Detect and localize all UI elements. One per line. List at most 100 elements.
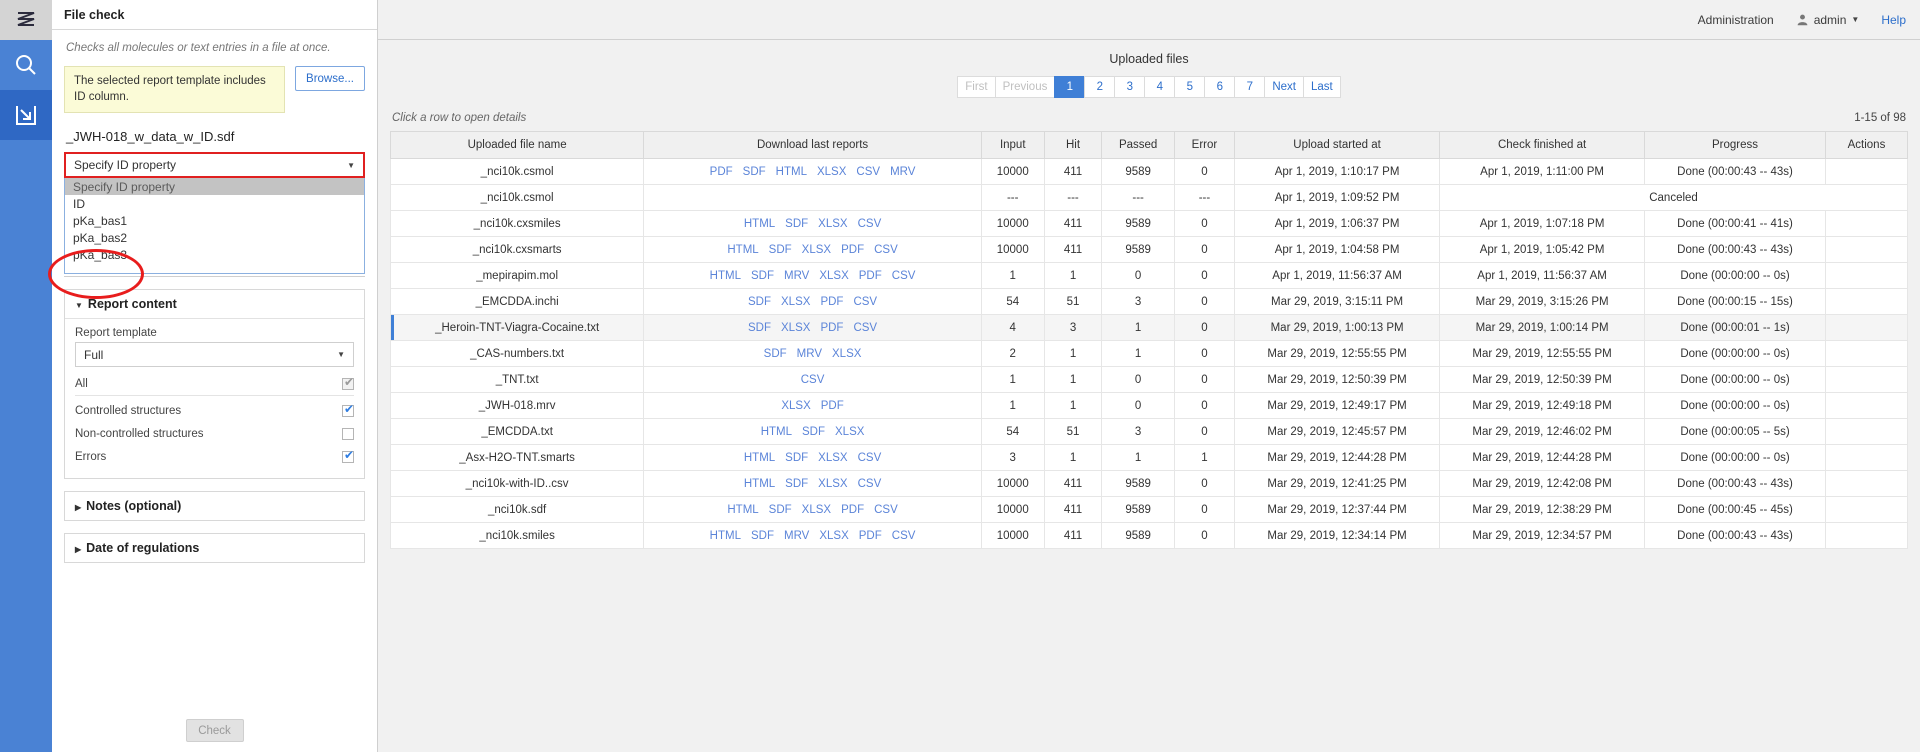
report-link-csv[interactable]: CSV — [892, 530, 916, 542]
report-link-pdf[interactable]: PDF — [841, 244, 864, 256]
col-actions[interactable]: Actions — [1825, 132, 1907, 159]
report-link-xlsx[interactable]: XLSX — [819, 270, 848, 282]
report-link-csv[interactable]: CSV — [874, 244, 898, 256]
pager-page-5[interactable]: 5 — [1174, 76, 1204, 98]
report-link-csv[interactable]: CSV — [892, 270, 916, 282]
report-row-controlled[interactable]: Controlled structures — [75, 399, 354, 422]
report-link-xlsx[interactable]: XLSX — [819, 530, 848, 542]
report-link-html[interactable]: HTML — [744, 452, 775, 464]
col-hit[interactable]: Hit — [1044, 132, 1102, 159]
col-upload-started[interactable]: Upload started at — [1235, 132, 1440, 159]
id-property-dropdown[interactable]: Specify ID property ID pKa_bas1 pKa_bas2… — [64, 178, 365, 274]
dropdown-option[interactable]: pKa_bas1 — [65, 212, 364, 229]
report-link-sdf[interactable]: SDF — [748, 322, 771, 334]
pager-next[interactable]: Next — [1264, 76, 1303, 98]
report-link-sdf[interactable]: SDF — [751, 270, 774, 282]
report-link-csv[interactable]: CSV — [853, 322, 877, 334]
help-link[interactable]: Help — [1881, 13, 1906, 27]
report-link-sdf[interactable]: SDF — [743, 166, 766, 178]
report-link-xlsx[interactable]: XLSX — [802, 244, 831, 256]
report-content-header[interactable]: ▼Report content — [65, 290, 364, 319]
table-row[interactable]: _JWH-018.mrvXLSXPDF1100Mar 29, 2019, 12:… — [391, 393, 1908, 419]
report-link-xlsx[interactable]: XLSX — [818, 218, 847, 230]
pager-page-7[interactable]: 7 — [1234, 76, 1264, 98]
report-row-checkbox[interactable] — [342, 451, 354, 463]
rail-import-button[interactable] — [0, 90, 52, 140]
report-link-sdf[interactable]: SDF — [785, 478, 808, 490]
table-row[interactable]: _nci10k.sdfHTMLSDFXLSXPDFCSV100004119589… — [391, 497, 1908, 523]
rail-search-button[interactable] — [0, 40, 52, 90]
report-template-select[interactable]: Full ▼ — [75, 342, 354, 367]
report-link-sdf[interactable]: SDF — [785, 452, 808, 464]
pager-page-2[interactable]: 2 — [1084, 76, 1114, 98]
table-row[interactable]: _nci10k-with-ID..csvHTMLSDFXLSXCSV100004… — [391, 471, 1908, 497]
id-property-select[interactable]: Specify ID property ▼ — [64, 152, 365, 178]
report-row-all[interactable]: All — [75, 373, 354, 396]
table-row[interactable]: _nci10k.csmol------------Apr 1, 2019, 1:… — [391, 185, 1908, 211]
pager-last[interactable]: Last — [1303, 76, 1341, 98]
pager-page-1[interactable]: 1 — [1054, 76, 1084, 98]
administration-link[interactable]: Administration — [1698, 13, 1774, 27]
report-row-checkbox[interactable] — [342, 378, 354, 390]
report-link-html[interactable]: HTML — [744, 478, 775, 490]
report-link-pdf[interactable]: PDF — [859, 530, 882, 542]
col-progress[interactable]: Progress — [1645, 132, 1826, 159]
report-link-csv[interactable]: CSV — [874, 504, 898, 516]
report-link-xlsx[interactable]: XLSX — [781, 296, 810, 308]
report-link-sdf[interactable]: SDF — [748, 296, 771, 308]
report-link-html[interactable]: HTML — [710, 270, 741, 282]
dropdown-option[interactable]: pKa_bas2 — [65, 229, 364, 246]
report-link-csv[interactable]: CSV — [853, 296, 877, 308]
col-input[interactable]: Input — [981, 132, 1044, 159]
report-link-html[interactable]: HTML — [710, 530, 741, 542]
report-link-sdf[interactable]: SDF — [751, 530, 774, 542]
report-link-mrv[interactable]: MRV — [784, 530, 809, 542]
table-row[interactable]: _EMCDDA.inchiSDFXLSXPDFCSV545130Mar 29, … — [391, 289, 1908, 315]
report-link-sdf[interactable]: SDF — [764, 348, 787, 360]
report-row-noncontrolled[interactable]: Non-controlled structures — [75, 422, 354, 445]
report-link-mrv[interactable]: MRV — [784, 270, 809, 282]
report-link-pdf[interactable]: PDF — [820, 322, 843, 334]
report-row-checkbox[interactable] — [342, 405, 354, 417]
dropdown-option[interactable]: Specify ID property — [65, 178, 364, 195]
report-link-html[interactable]: HTML — [727, 504, 758, 516]
table-row[interactable]: _TNT.txtCSV1100Mar 29, 2019, 12:50:39 PM… — [391, 367, 1908, 393]
report-link-pdf[interactable]: PDF — [820, 296, 843, 308]
col-file-name[interactable]: Uploaded file name — [391, 132, 644, 159]
report-link-html[interactable]: HTML — [776, 166, 807, 178]
col-error[interactable]: Error — [1174, 132, 1234, 159]
table-row[interactable]: _nci10k.csmolPDFSDFHTMLXLSXCSVMRV1000041… — [391, 159, 1908, 185]
report-link-html[interactable]: HTML — [761, 426, 792, 438]
pager-previous[interactable]: Previous — [995, 76, 1055, 98]
col-passed[interactable]: Passed — [1102, 132, 1174, 159]
report-link-html[interactable]: HTML — [744, 218, 775, 230]
report-link-xlsx[interactable]: XLSX — [781, 322, 810, 334]
report-link-html[interactable]: HTML — [727, 244, 758, 256]
table-row[interactable]: _Asx-H2O-TNT.smartsHTMLSDFXLSXCSV3111Mar… — [391, 445, 1908, 471]
report-link-xlsx[interactable]: XLSX — [817, 166, 846, 178]
report-link-csv[interactable]: CSV — [801, 374, 825, 386]
notes-header[interactable]: ▶Notes (optional) — [65, 492, 364, 520]
regulations-header[interactable]: ▶Date of regulations — [65, 534, 364, 562]
report-link-xlsx[interactable]: XLSX — [832, 348, 861, 360]
check-button[interactable]: Check — [186, 719, 244, 742]
report-link-sdf[interactable]: SDF — [769, 244, 792, 256]
col-check-finished[interactable]: Check finished at — [1440, 132, 1645, 159]
table-row[interactable]: _nci10k.cxsmilesHTMLSDFXLSXCSV1000041195… — [391, 211, 1908, 237]
pager-page-4[interactable]: 4 — [1144, 76, 1174, 98]
report-link-mrv[interactable]: MRV — [797, 348, 822, 360]
report-row-checkbox[interactable] — [342, 428, 354, 440]
user-menu[interactable]: admin ▼ — [1796, 13, 1860, 27]
report-link-sdf[interactable]: SDF — [802, 426, 825, 438]
report-link-xlsx[interactable]: XLSX — [781, 400, 810, 412]
report-link-sdf[interactable]: SDF — [769, 504, 792, 516]
pager-first[interactable]: First — [957, 76, 994, 98]
report-row-errors[interactable]: Errors — [75, 445, 354, 468]
pager-page-3[interactable]: 3 — [1114, 76, 1144, 98]
table-row[interactable]: _Heroin-TNT-Viagra-Cocaine.txtSDFXLSXPDF… — [391, 315, 1908, 341]
report-link-csv[interactable]: CSV — [858, 218, 882, 230]
report-link-pdf[interactable]: PDF — [710, 166, 733, 178]
report-link-csv[interactable]: CSV — [858, 452, 882, 464]
table-row[interactable]: _EMCDDA.txtHTMLSDFXLSX545130Mar 29, 2019… — [391, 419, 1908, 445]
report-link-xlsx[interactable]: XLSX — [818, 452, 847, 464]
